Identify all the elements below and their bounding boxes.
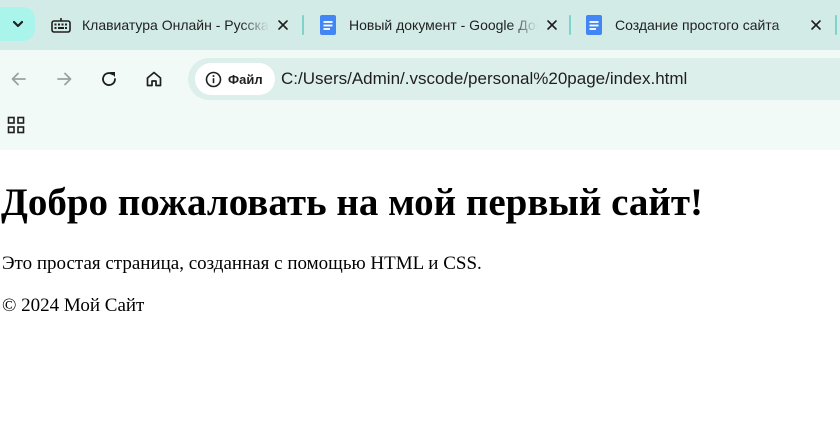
tab-separator	[835, 15, 837, 35]
browser-toolbar: Файл C:/Users/Admin/.vscode/personal%20p…	[0, 50, 840, 108]
reload-icon	[102, 72, 116, 86]
tab-title: Клавиатура Онлайн - Русская	[82, 17, 269, 33]
apps-button[interactable]	[5, 114, 27, 136]
site-info-chip[interactable]: Файл	[195, 63, 275, 95]
apps-grid-icon	[7, 116, 25, 134]
google-docs-icon	[318, 15, 338, 35]
tab-title: Новый документ - Google Документы	[349, 17, 538, 33]
arrow-left-icon	[11, 72, 26, 86]
tab-separator	[302, 15, 304, 35]
arrow-right-icon	[57, 72, 72, 86]
home-icon	[146, 71, 162, 87]
forward-button[interactable]	[49, 64, 79, 94]
tab-new-document[interactable]: Новый документ - Google Документы	[318, 10, 560, 40]
tab-keyboard-online[interactable]: Клавиатура Онлайн - Русская	[51, 10, 291, 40]
home-button[interactable]	[139, 64, 169, 94]
tab-search-button[interactable]	[0, 7, 35, 41]
site-chip-label: Файл	[228, 71, 263, 87]
keyboard-icon	[51, 15, 71, 35]
intro-paragraph: Это простая страница, созданная с помощь…	[2, 253, 482, 274]
close-icon[interactable]	[808, 17, 824, 33]
page-content: Добро пожаловать на мой первый сайт! Это…	[0, 150, 840, 425]
address-bar[interactable]: Файл C:/Users/Admin/.vscode/personal%20p…	[188, 58, 840, 100]
close-icon[interactable]	[544, 17, 560, 33]
chevron-down-icon	[12, 20, 23, 28]
reload-button[interactable]	[94, 64, 124, 94]
bookmarks-bar	[0, 108, 840, 150]
back-button[interactable]	[4, 64, 34, 94]
url-text[interactable]: C:/Users/Admin/.vscode/personal%20page/i…	[281, 58, 687, 100]
info-icon	[205, 71, 222, 88]
close-icon[interactable]	[275, 17, 291, 33]
tab-title: Создание простого сайта	[615, 17, 780, 33]
tab-strip: Клавиатура Онлайн - Русская Новый докуме…	[0, 0, 840, 50]
footer-text: © 2024 Мой Сайт	[2, 295, 145, 316]
page-heading: Добро пожаловать на мой первый сайт!	[1, 181, 703, 224]
tab-separator	[569, 15, 571, 35]
google-docs-icon	[584, 15, 604, 35]
tab-simple-site[interactable]: Создание простого сайта	[584, 10, 824, 40]
